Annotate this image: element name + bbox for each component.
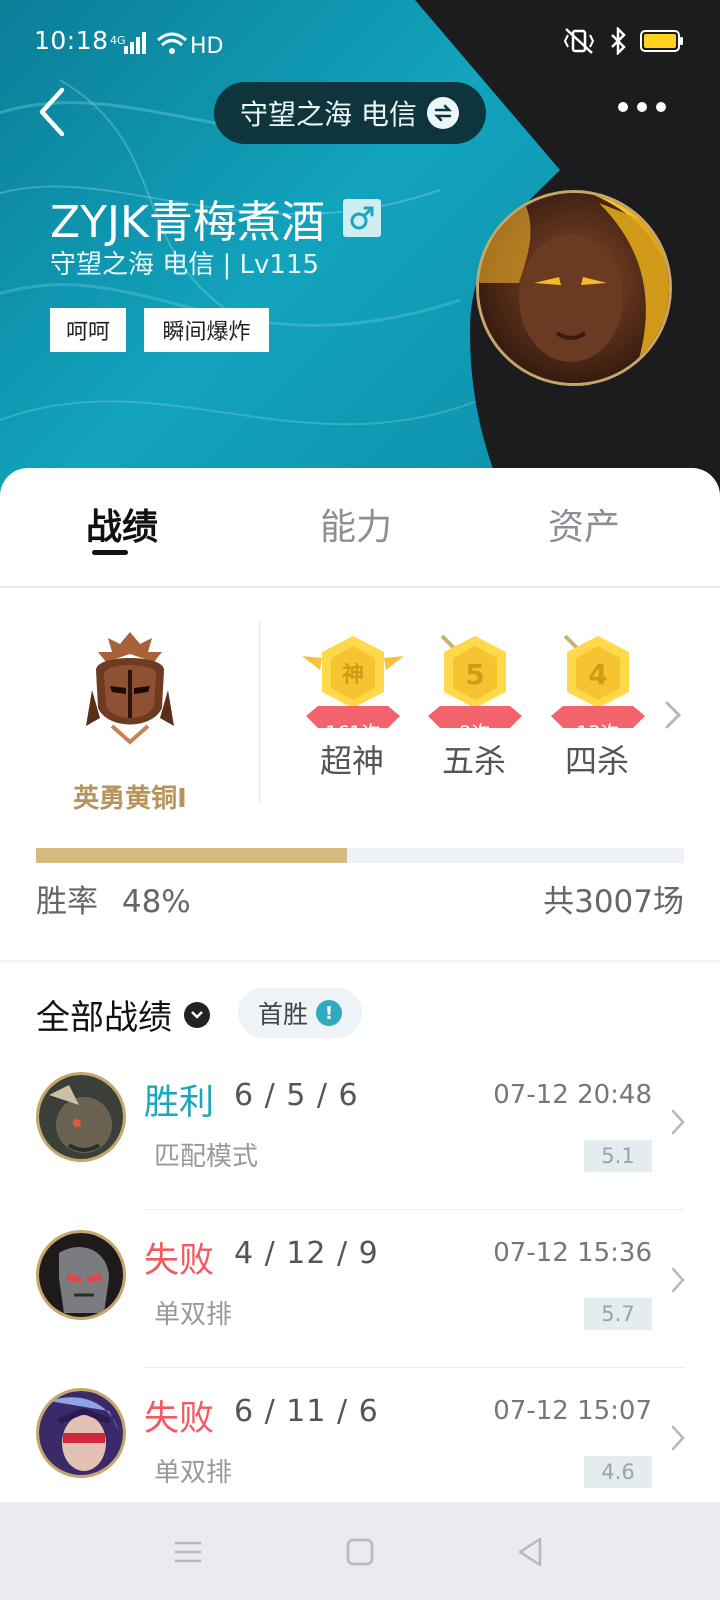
match-result: 失败 (144, 1241, 215, 1281)
back-nav-button[interactable] (510, 1532, 550, 1572)
system-navigation-bar (0, 1502, 720, 1600)
svg-text:HD: HD (190, 34, 223, 58)
match-result: 胜利 (144, 1083, 215, 1123)
tab-record[interactable]: 战绩 (86, 498, 158, 550)
profile-header: 10:18 4G HD 守望之海 电信 ZYJK青梅煮酒 守望之海 电信 | L… (0, 0, 720, 500)
player-name: ZYJK青梅煮酒 (50, 186, 381, 250)
home-nav-button[interactable] (340, 1532, 380, 1572)
winrate-bar-fill (36, 848, 348, 863)
tab-assets[interactable]: 资产 (548, 498, 620, 550)
dot-icon (656, 102, 666, 112)
chevron-right-icon (671, 1425, 685, 1451)
hero-portrait-art (39, 1391, 123, 1475)
menu-nav-button[interactable] (168, 1532, 208, 1572)
hero-portrait-art (39, 1075, 123, 1159)
status-bar: 10:18 4G HD (0, 22, 720, 62)
dot-icon (618, 102, 628, 112)
match-mode: 单双排 (154, 1458, 233, 1488)
pentakill-badge[interactable]: 5 2次 (420, 632, 530, 744)
info-icon: ! (316, 1000, 342, 1026)
back-button[interactable] (30, 84, 74, 140)
chevron-right-icon (671, 1267, 685, 1293)
rank-name: 英勇黄铜I (73, 784, 187, 814)
player-tag[interactable]: 呵呵 (50, 308, 126, 352)
total-games: 共3007场 (543, 884, 684, 920)
back-triangle-icon (518, 1537, 542, 1567)
signal-wifi-icons: 4G HD (110, 32, 223, 58)
app-root: 10:18 4G HD 守望之海 电信 ZYJK青梅煮酒 守望之海 电信 | L… (0, 0, 720, 1600)
stats-panel: 英勇黄铜I 神 161次 超神 5 2次 五杀 4 13次 四杀 胜率 48% … (0, 588, 720, 960)
match-score: 4.6 (584, 1456, 652, 1488)
filter-title: 全部战绩 (36, 998, 172, 1038)
match-kda: 6 / 11 / 6 (234, 1394, 379, 1429)
male-gender-icon (342, 199, 381, 237)
tab-bar: 战绩 能力 资产 (0, 468, 720, 588)
server-name: 守望之海 电信 (240, 98, 417, 131)
player-name-text: ZYJK青梅煮酒 (50, 197, 325, 248)
dot-icon (637, 102, 647, 112)
swap-icon (426, 97, 459, 129)
vibrate-mute-icon (563, 28, 595, 54)
match-time: 07-12 20:48 (493, 1080, 652, 1110)
chevron-right-icon[interactable] (664, 700, 682, 730)
home-square-icon (346, 1538, 374, 1566)
server-switcher[interactable]: 守望之海 电信 (214, 82, 486, 144)
svg-text:神: 神 (342, 662, 364, 688)
svg-text:4G: 4G (110, 34, 126, 47)
battery-icon (640, 30, 683, 52)
status-time: 10:18 (34, 26, 109, 55)
quadrakill-badge[interactable]: 4 13次 (543, 632, 653, 744)
match-row[interactable]: 失败 4 / 12 / 9 单双排 07-12 15:36 5.7 (0, 1210, 720, 1368)
match-time: 07-12 15:07 (493, 1396, 652, 1426)
hero-avatar (36, 1230, 126, 1320)
match-kda: 4 / 12 / 9 (234, 1236, 379, 1271)
bronze-rank-emblem-icon[interactable] (82, 630, 178, 746)
winrate: 胜率 48% (36, 876, 191, 921)
champion-portrait-art (479, 193, 669, 383)
match-filter-dropdown[interactable]: 全部战绩 (36, 990, 210, 1039)
back-arrow-icon (39, 87, 65, 137)
match-score: 5.7 (584, 1298, 652, 1330)
winrate-value: 48% (121, 884, 191, 920)
match-list: 全部战绩 首胜 ! 胜利 6 / 5 / 6 匹配模式 07-12 20:48 … (0, 962, 720, 1502)
match-kda: 6 / 5 / 6 (234, 1078, 359, 1113)
match-score: 5.1 (584, 1140, 652, 1172)
first-win-label: 首胜 (257, 1000, 308, 1029)
chevron-right-icon (671, 1109, 685, 1135)
player-server-level: 守望之海 电信 | Lv115 (50, 250, 320, 280)
badge-label: 超神 (319, 742, 384, 780)
status-right-icons (562, 26, 684, 56)
hero-avatar (36, 1072, 126, 1162)
match-mode: 匹配模式 (154, 1142, 259, 1172)
more-options-button[interactable] (618, 102, 666, 112)
winrate-label: 胜率 (36, 884, 98, 920)
badge-label: 五杀 (441, 742, 506, 780)
chevron-down-icon (184, 1001, 210, 1028)
match-result: 失败 (144, 1399, 215, 1439)
active-tab-indicator (92, 550, 128, 555)
svg-text:4: 4 (588, 658, 607, 691)
first-win-button[interactable]: 首胜 ! (238, 988, 362, 1038)
svg-text:5: 5 (465, 658, 484, 691)
match-time: 07-12 15:36 (493, 1238, 652, 1268)
menu-icon (175, 1541, 201, 1563)
match-mode: 单双排 (154, 1300, 233, 1330)
legendary-badge[interactable]: 神 161次 (298, 632, 408, 744)
player-avatar[interactable] (476, 190, 672, 386)
bluetooth-icon (611, 27, 626, 55)
divider (259, 620, 260, 802)
hero-portrait-art (39, 1233, 123, 1317)
winrate-bar (36, 848, 684, 863)
tab-ability[interactable]: 能力 (320, 498, 392, 550)
match-row[interactable]: 胜利 6 / 5 / 6 匹配模式 07-12 20:48 5.1 (0, 1052, 720, 1210)
hero-avatar (36, 1388, 126, 1478)
badge-label: 四杀 (564, 742, 629, 780)
player-tag[interactable]: 瞬间爆炸 (144, 308, 269, 352)
